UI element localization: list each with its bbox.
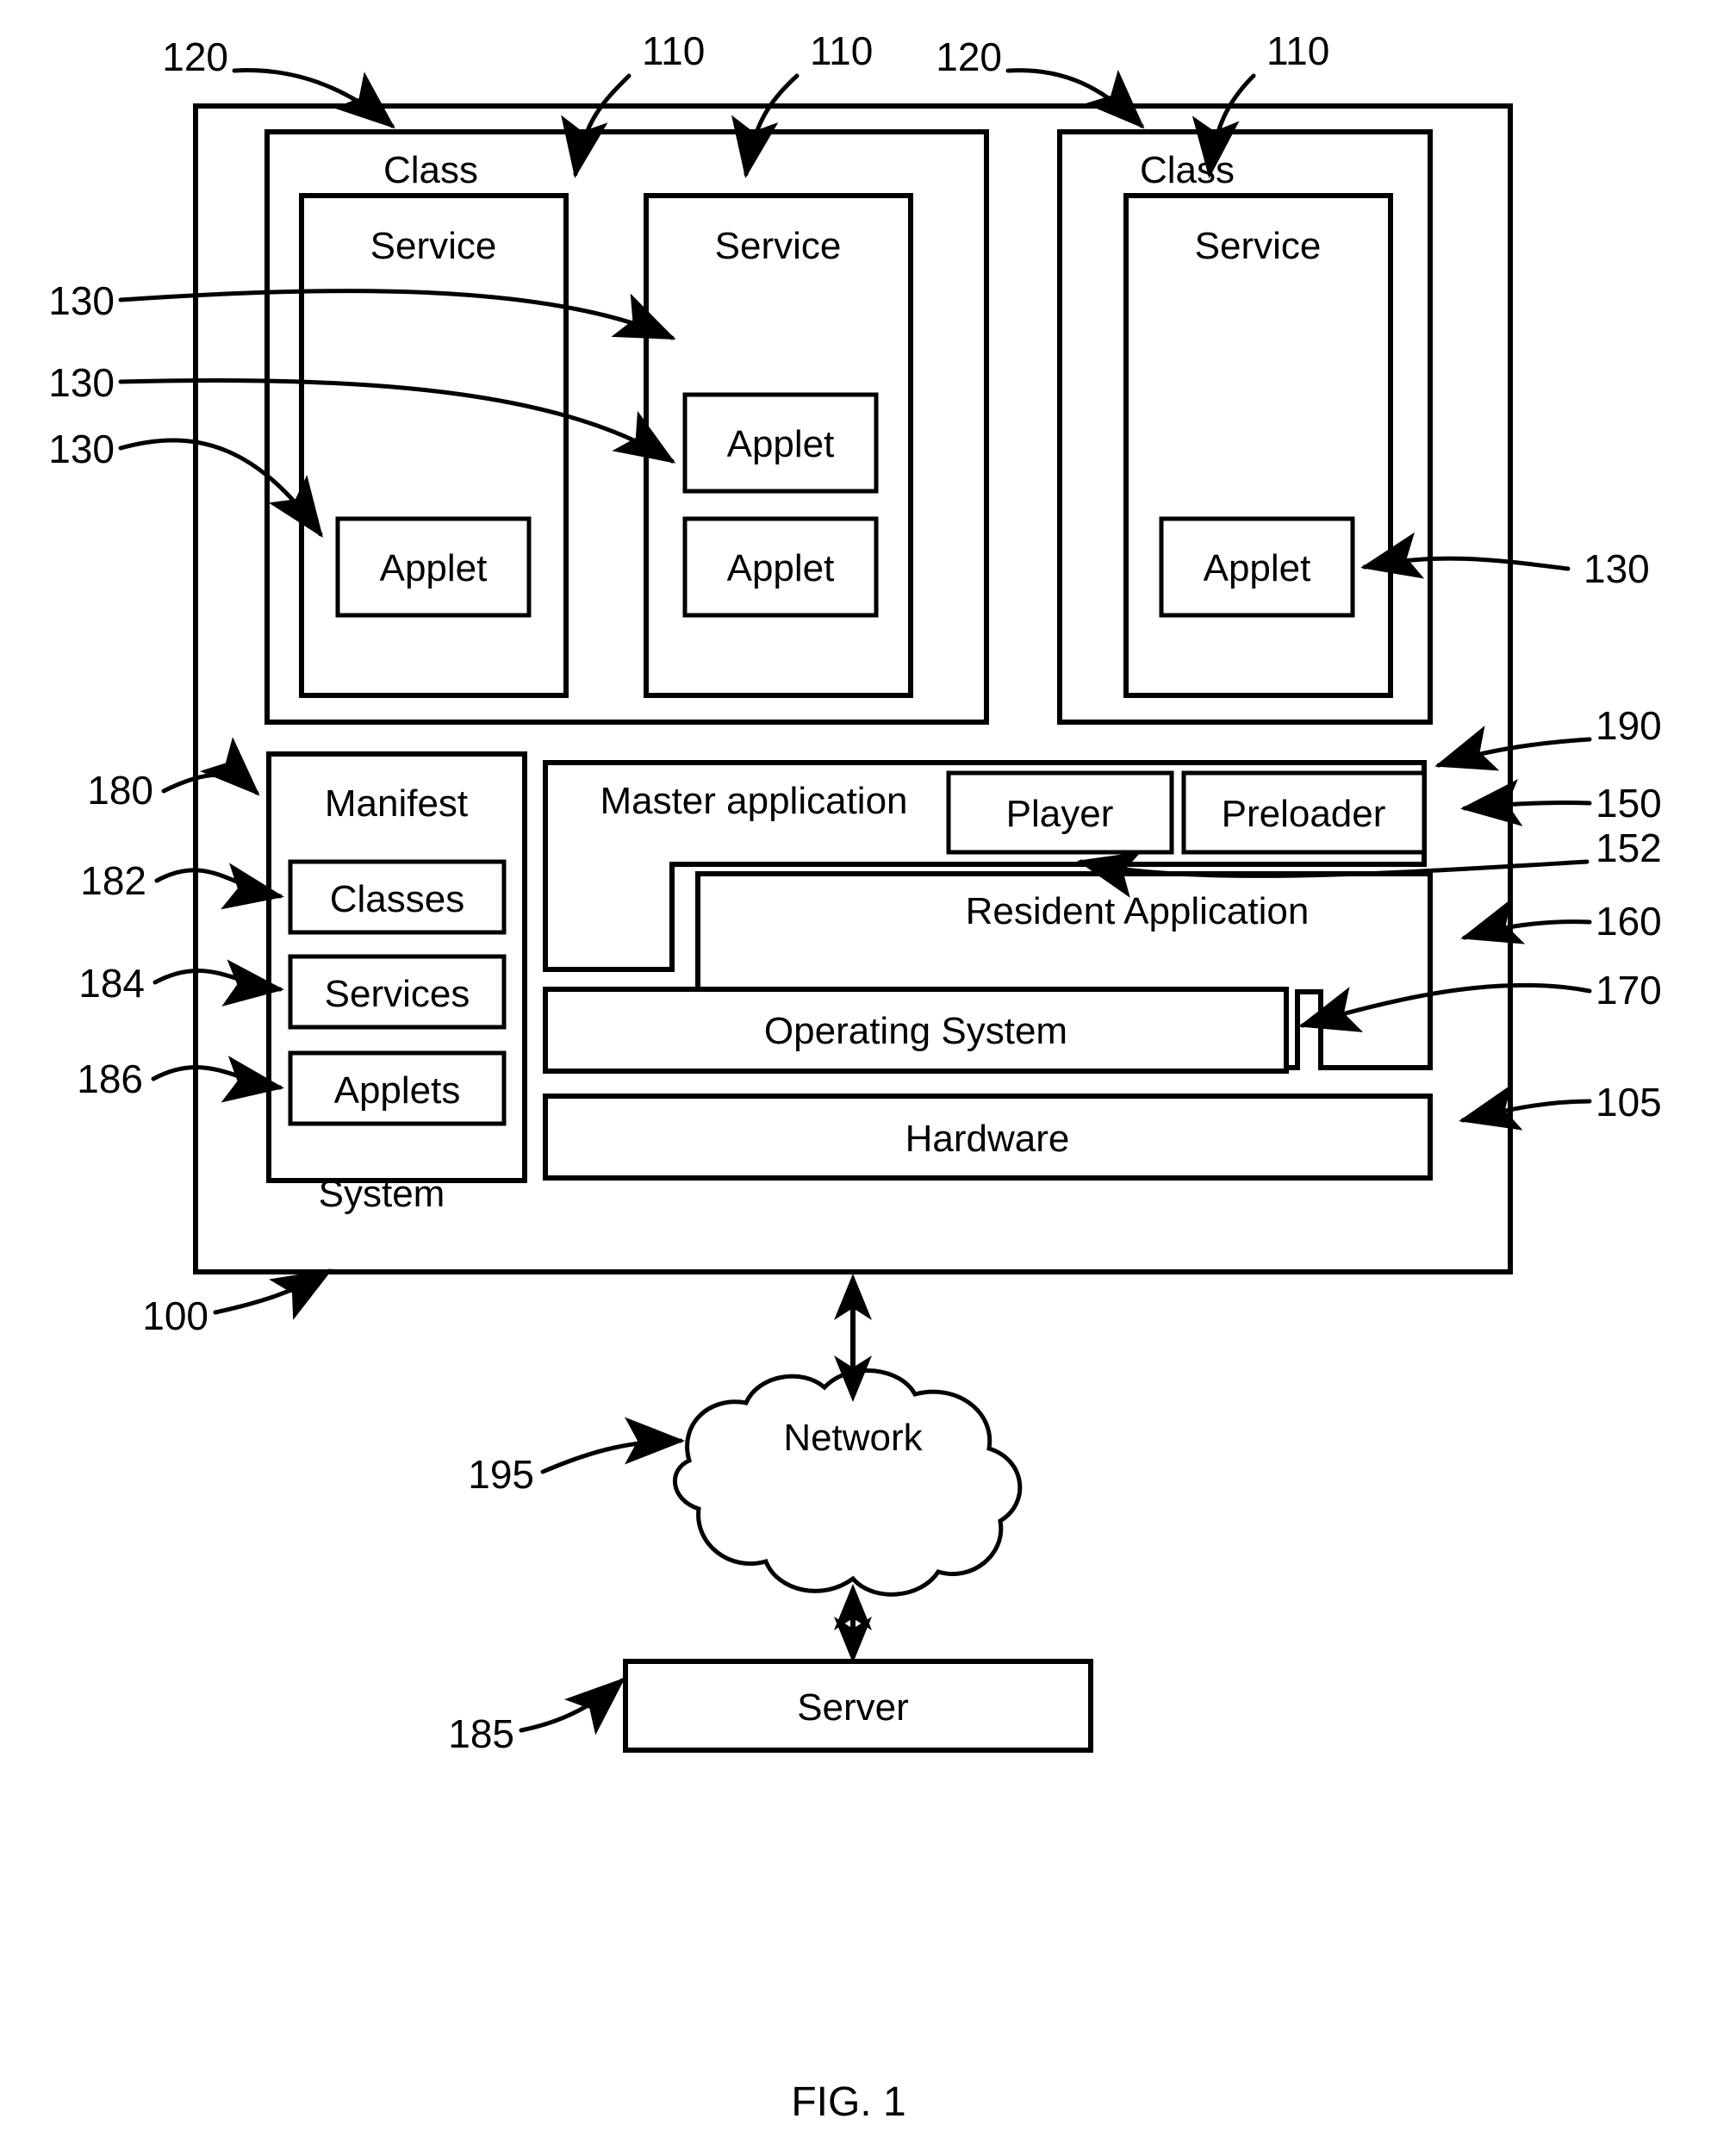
ref-120-left: 120	[162, 34, 228, 79]
class-label-left: Class	[383, 149, 478, 191]
ref-110-service1: 110	[642, 28, 705, 73]
ref-186: 186	[77, 1056, 143, 1101]
system-label: System	[319, 1173, 445, 1215]
ref-160: 160	[1596, 899, 1662, 944]
applet-label-4: Applet	[1204, 547, 1311, 589]
ref-185: 185	[448, 1711, 514, 1756]
label-layer: Class Class Service Service Service Appl…	[48, 28, 1662, 2125]
ref-130-c: 130	[48, 427, 115, 471]
class-label-right: Class	[1140, 149, 1235, 191]
ref-150: 150	[1596, 781, 1662, 826]
ref-182: 182	[80, 858, 146, 903]
server-label: Server	[797, 1686, 909, 1729]
ref-152: 152	[1596, 826, 1662, 870]
service-label-2: Service	[715, 225, 842, 267]
preloader-label: Preloader	[1222, 793, 1386, 835]
ref-184: 184	[78, 961, 145, 1006]
patent-figure: Class Class Service Service Service Appl…	[0, 0, 1736, 2156]
applet-label-1: Applet	[380, 547, 488, 589]
manifest-label: Manifest	[325, 782, 468, 825]
resident-application-label: Resident Application	[966, 890, 1310, 932]
player-label: Player	[1006, 793, 1114, 835]
ref-110-service2: 110	[810, 28, 873, 73]
ref-170: 170	[1596, 968, 1662, 1013]
operating-system-label: Operating System	[764, 1010, 1067, 1052]
ref-130-b: 130	[48, 360, 115, 405]
hardware-label: Hardware	[905, 1118, 1070, 1160]
ref-100: 100	[142, 1293, 208, 1338]
service-label-3: Service	[1195, 225, 1322, 267]
network-label: Network	[783, 1417, 923, 1459]
ref-195: 195	[468, 1452, 534, 1497]
ref-120-right: 120	[936, 34, 1002, 79]
ref-105: 105	[1596, 1080, 1662, 1125]
figure-caption: FIG. 1	[791, 2079, 905, 2125]
applet-label-2: Applet	[727, 423, 835, 465]
manifest-applets-label: Applets	[334, 1069, 461, 1112]
applet-label-3: Applet	[727, 547, 835, 589]
ref-180: 180	[87, 768, 153, 813]
service-label-1: Service	[370, 225, 497, 267]
master-application-label: Master application	[600, 780, 907, 822]
ref-130-d: 130	[1584, 546, 1650, 591]
ref-130-a: 130	[48, 278, 115, 323]
ref-110-service3: 110	[1266, 28, 1329, 73]
manifest-services-label: Services	[325, 973, 470, 1015]
manifest-classes-label: Classes	[330, 878, 465, 920]
ref-190: 190	[1596, 703, 1662, 748]
